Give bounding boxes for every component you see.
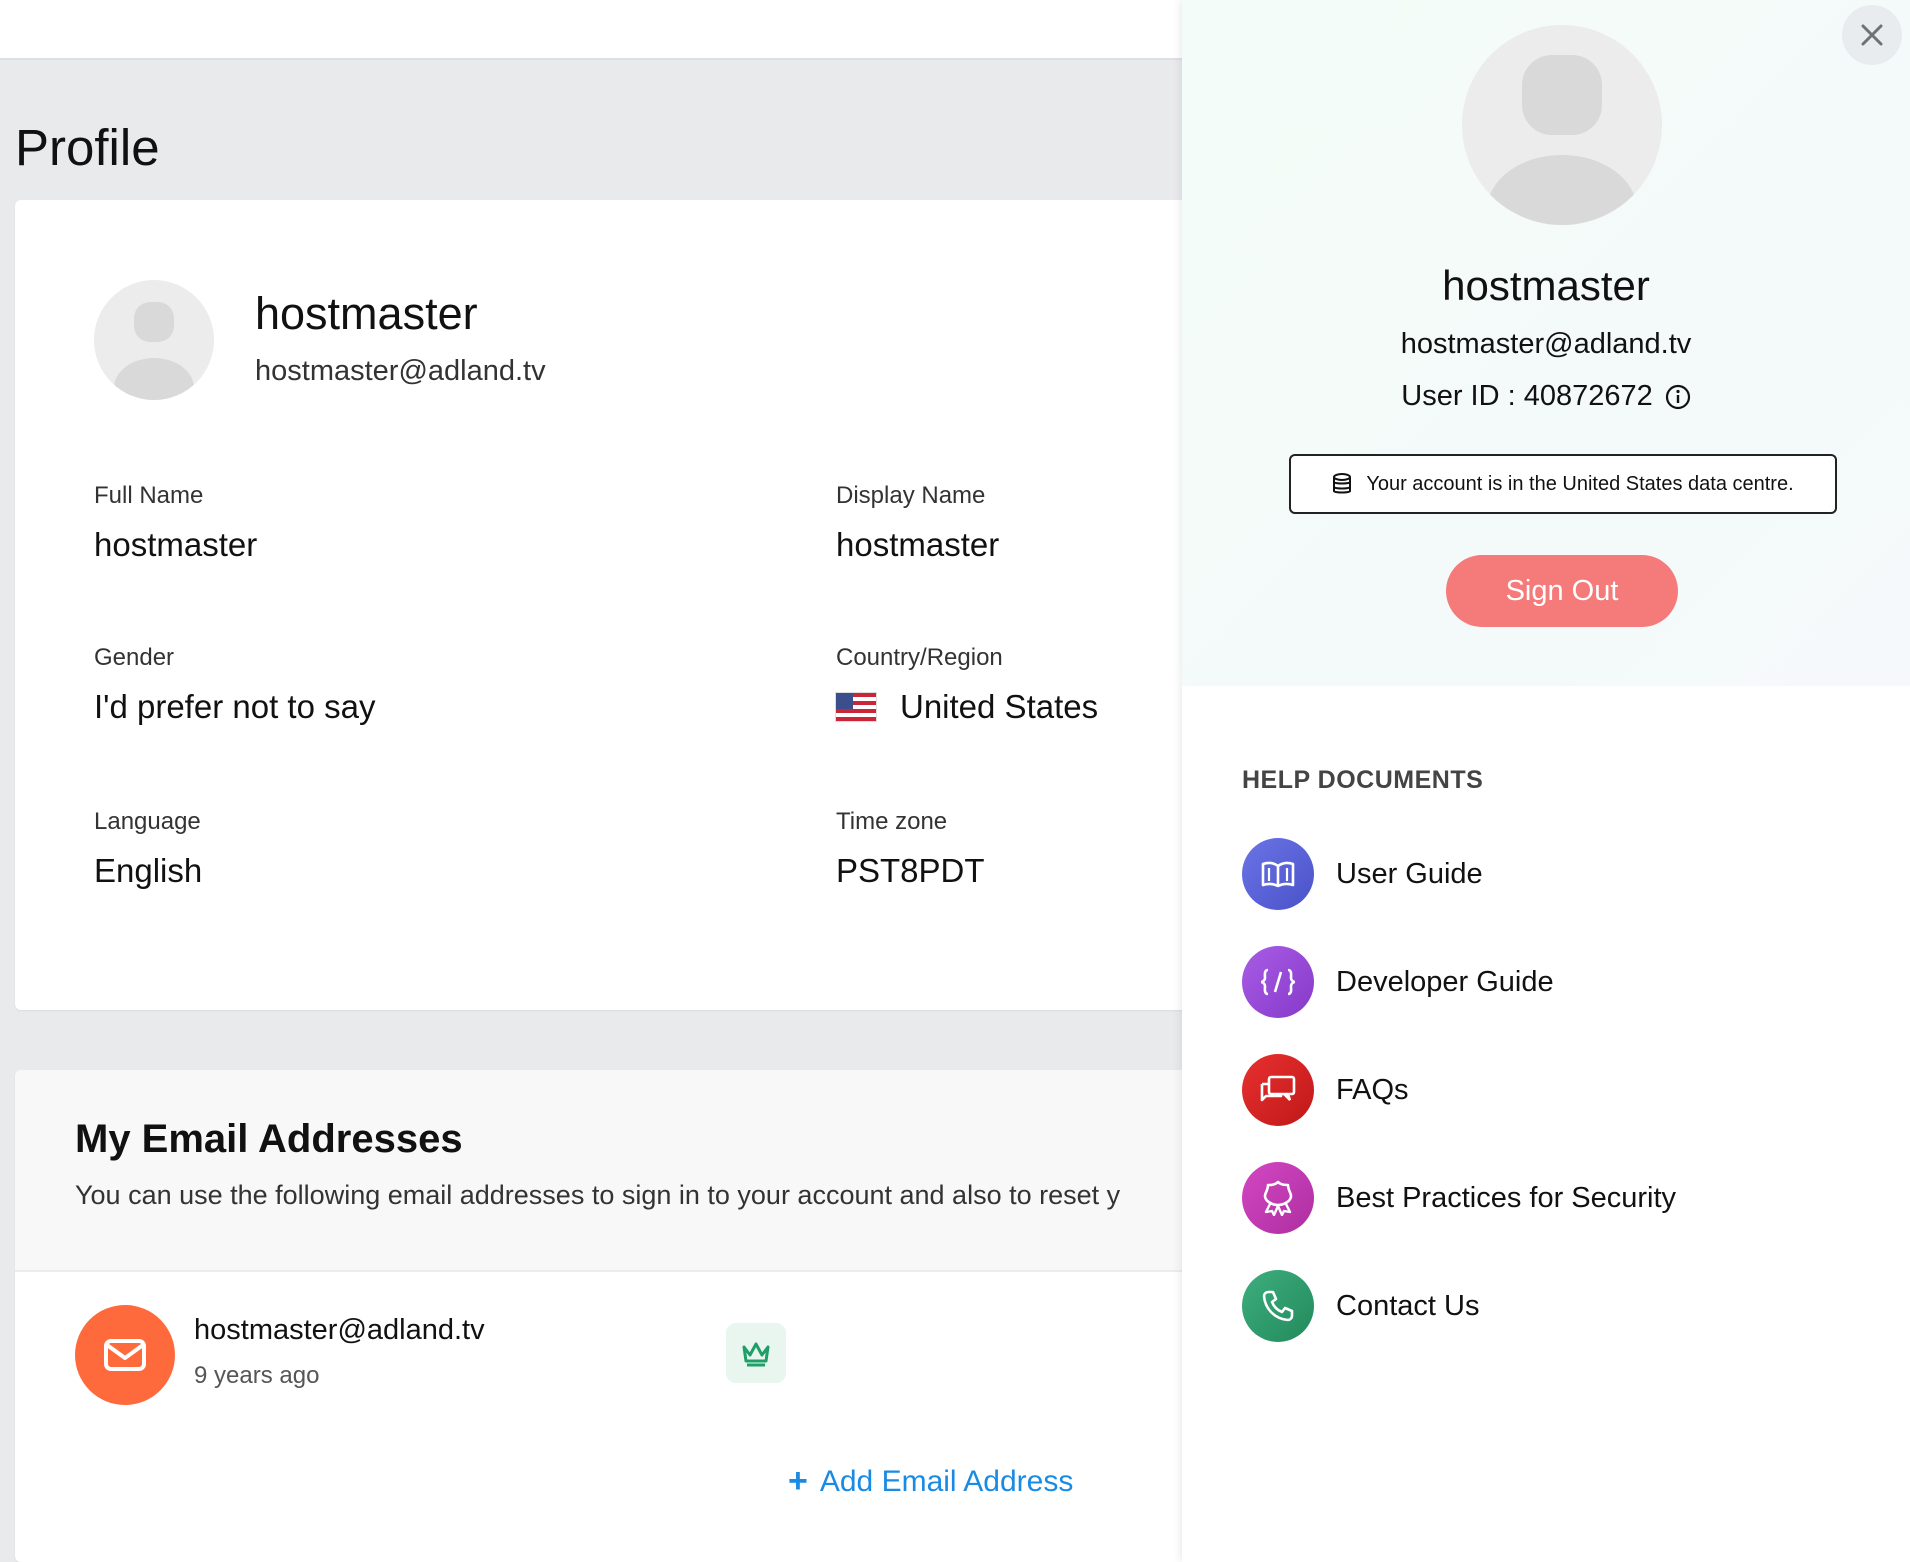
data-centre-text: Your account is in the United States dat… (1366, 472, 1794, 495)
mail-icon (75, 1305, 175, 1405)
full-name-value: hostmaster (94, 526, 258, 563)
display-name-field: Display Name hostmaster (836, 482, 999, 564)
database-icon (1332, 473, 1352, 495)
help-item-label: Best Practices for Security (1336, 1181, 1677, 1214)
panel-user-email: hostmaster@adland.tv (1400, 328, 1692, 360)
data-centre-notice: Your account is in the United States dat… (1289, 454, 1837, 514)
language-field: Language English (94, 808, 202, 890)
primary-crown-icon[interactable] (726, 1323, 786, 1383)
avatar-large[interactable] (1462, 25, 1662, 225)
profile-email: hostmaster@adland.tv (255, 355, 546, 387)
email-section-description: You can use the following email addresse… (75, 1180, 1121, 1210)
avatar[interactable] (94, 280, 214, 400)
language-label: Language (94, 808, 201, 835)
timezone-value: PST8PDT (836, 852, 985, 889)
country-label: Country/Region (836, 644, 1003, 671)
panel-user-name: hostmaster (1442, 262, 1650, 309)
email-section-title: My Email Addresses (75, 1117, 463, 1161)
display-name-label: Display Name (836, 482, 986, 509)
account-side-panel: hostmaster hostmaster@adland.tv User ID … (1182, 0, 1910, 1562)
info-icon[interactable] (1665, 384, 1691, 410)
book-icon (1242, 838, 1314, 910)
gender-label: Gender (94, 644, 175, 671)
code-icon (1242, 946, 1314, 1018)
gender-value: I'd prefer not to say (94, 688, 376, 725)
panel-user-id-row: User ID : 40872672 (1182, 380, 1910, 413)
country-value: United States (900, 688, 1099, 725)
email-addresses-card: My Email Addresses You can use the follo… (15, 1070, 1315, 1562)
profile-name: hostmaster (255, 288, 478, 339)
help-item-contact-us[interactable]: Contact Us (1242, 1270, 1479, 1342)
help-item-best-practices[interactable]: Best Practices for Security (1242, 1162, 1676, 1234)
gender-field: Gender I'd prefer not to say (94, 644, 375, 726)
chat-bubbles-icon (1242, 1054, 1314, 1126)
help-item-label: User Guide (1336, 857, 1483, 890)
help-item-label: FAQs (1336, 1073, 1409, 1106)
full-name-label: Full Name (94, 482, 204, 509)
help-item-label: Developer Guide (1336, 965, 1554, 998)
plus-icon: + (788, 1462, 808, 1500)
sign-out-button[interactable]: Sign Out (1446, 555, 1678, 627)
language-value: English (94, 852, 203, 889)
profile-card: hostmaster hostmaster@adland.tv Full Nam… (15, 200, 1315, 1010)
page-title: Profile (15, 119, 160, 176)
full-name-field: Full Name hostmaster (94, 482, 257, 564)
panel-user-id: User ID : 40872672 (1401, 380, 1653, 412)
us-flag-icon (836, 693, 876, 721)
add-email-address-button[interactable]: + Add Email Address (788, 1462, 1073, 1501)
display-name-value: hostmaster (836, 526, 1000, 563)
timezone-label: Time zone (836, 808, 948, 835)
email-card-header: My Email Addresses You can use the follo… (15, 1070, 1315, 1272)
email-list-item-age: 9 years ago (194, 1362, 320, 1389)
help-item-user-guide[interactable]: User Guide (1242, 838, 1483, 910)
close-icon[interactable] (1842, 5, 1902, 65)
phone-icon (1242, 1270, 1314, 1342)
help-item-developer-guide[interactable]: Developer Guide (1242, 946, 1554, 1018)
account-summary: hostmaster hostmaster@adland.tv User ID … (1182, 0, 1910, 686)
help-item-faqs[interactable]: FAQs (1242, 1054, 1409, 1126)
help-documents-heading: HELP DOCUMENTS (1242, 766, 1484, 794)
country-field: Country/Region United States (836, 644, 1098, 726)
badge-icon (1242, 1162, 1314, 1234)
help-item-label: Contact Us (1336, 1289, 1480, 1322)
email-list-item-address: hostmaster@adland.tv (194, 1314, 485, 1346)
timezone-field: Time zone PST8PDT (836, 808, 985, 890)
add-email-label: Add Email Address (819, 1464, 1074, 1498)
